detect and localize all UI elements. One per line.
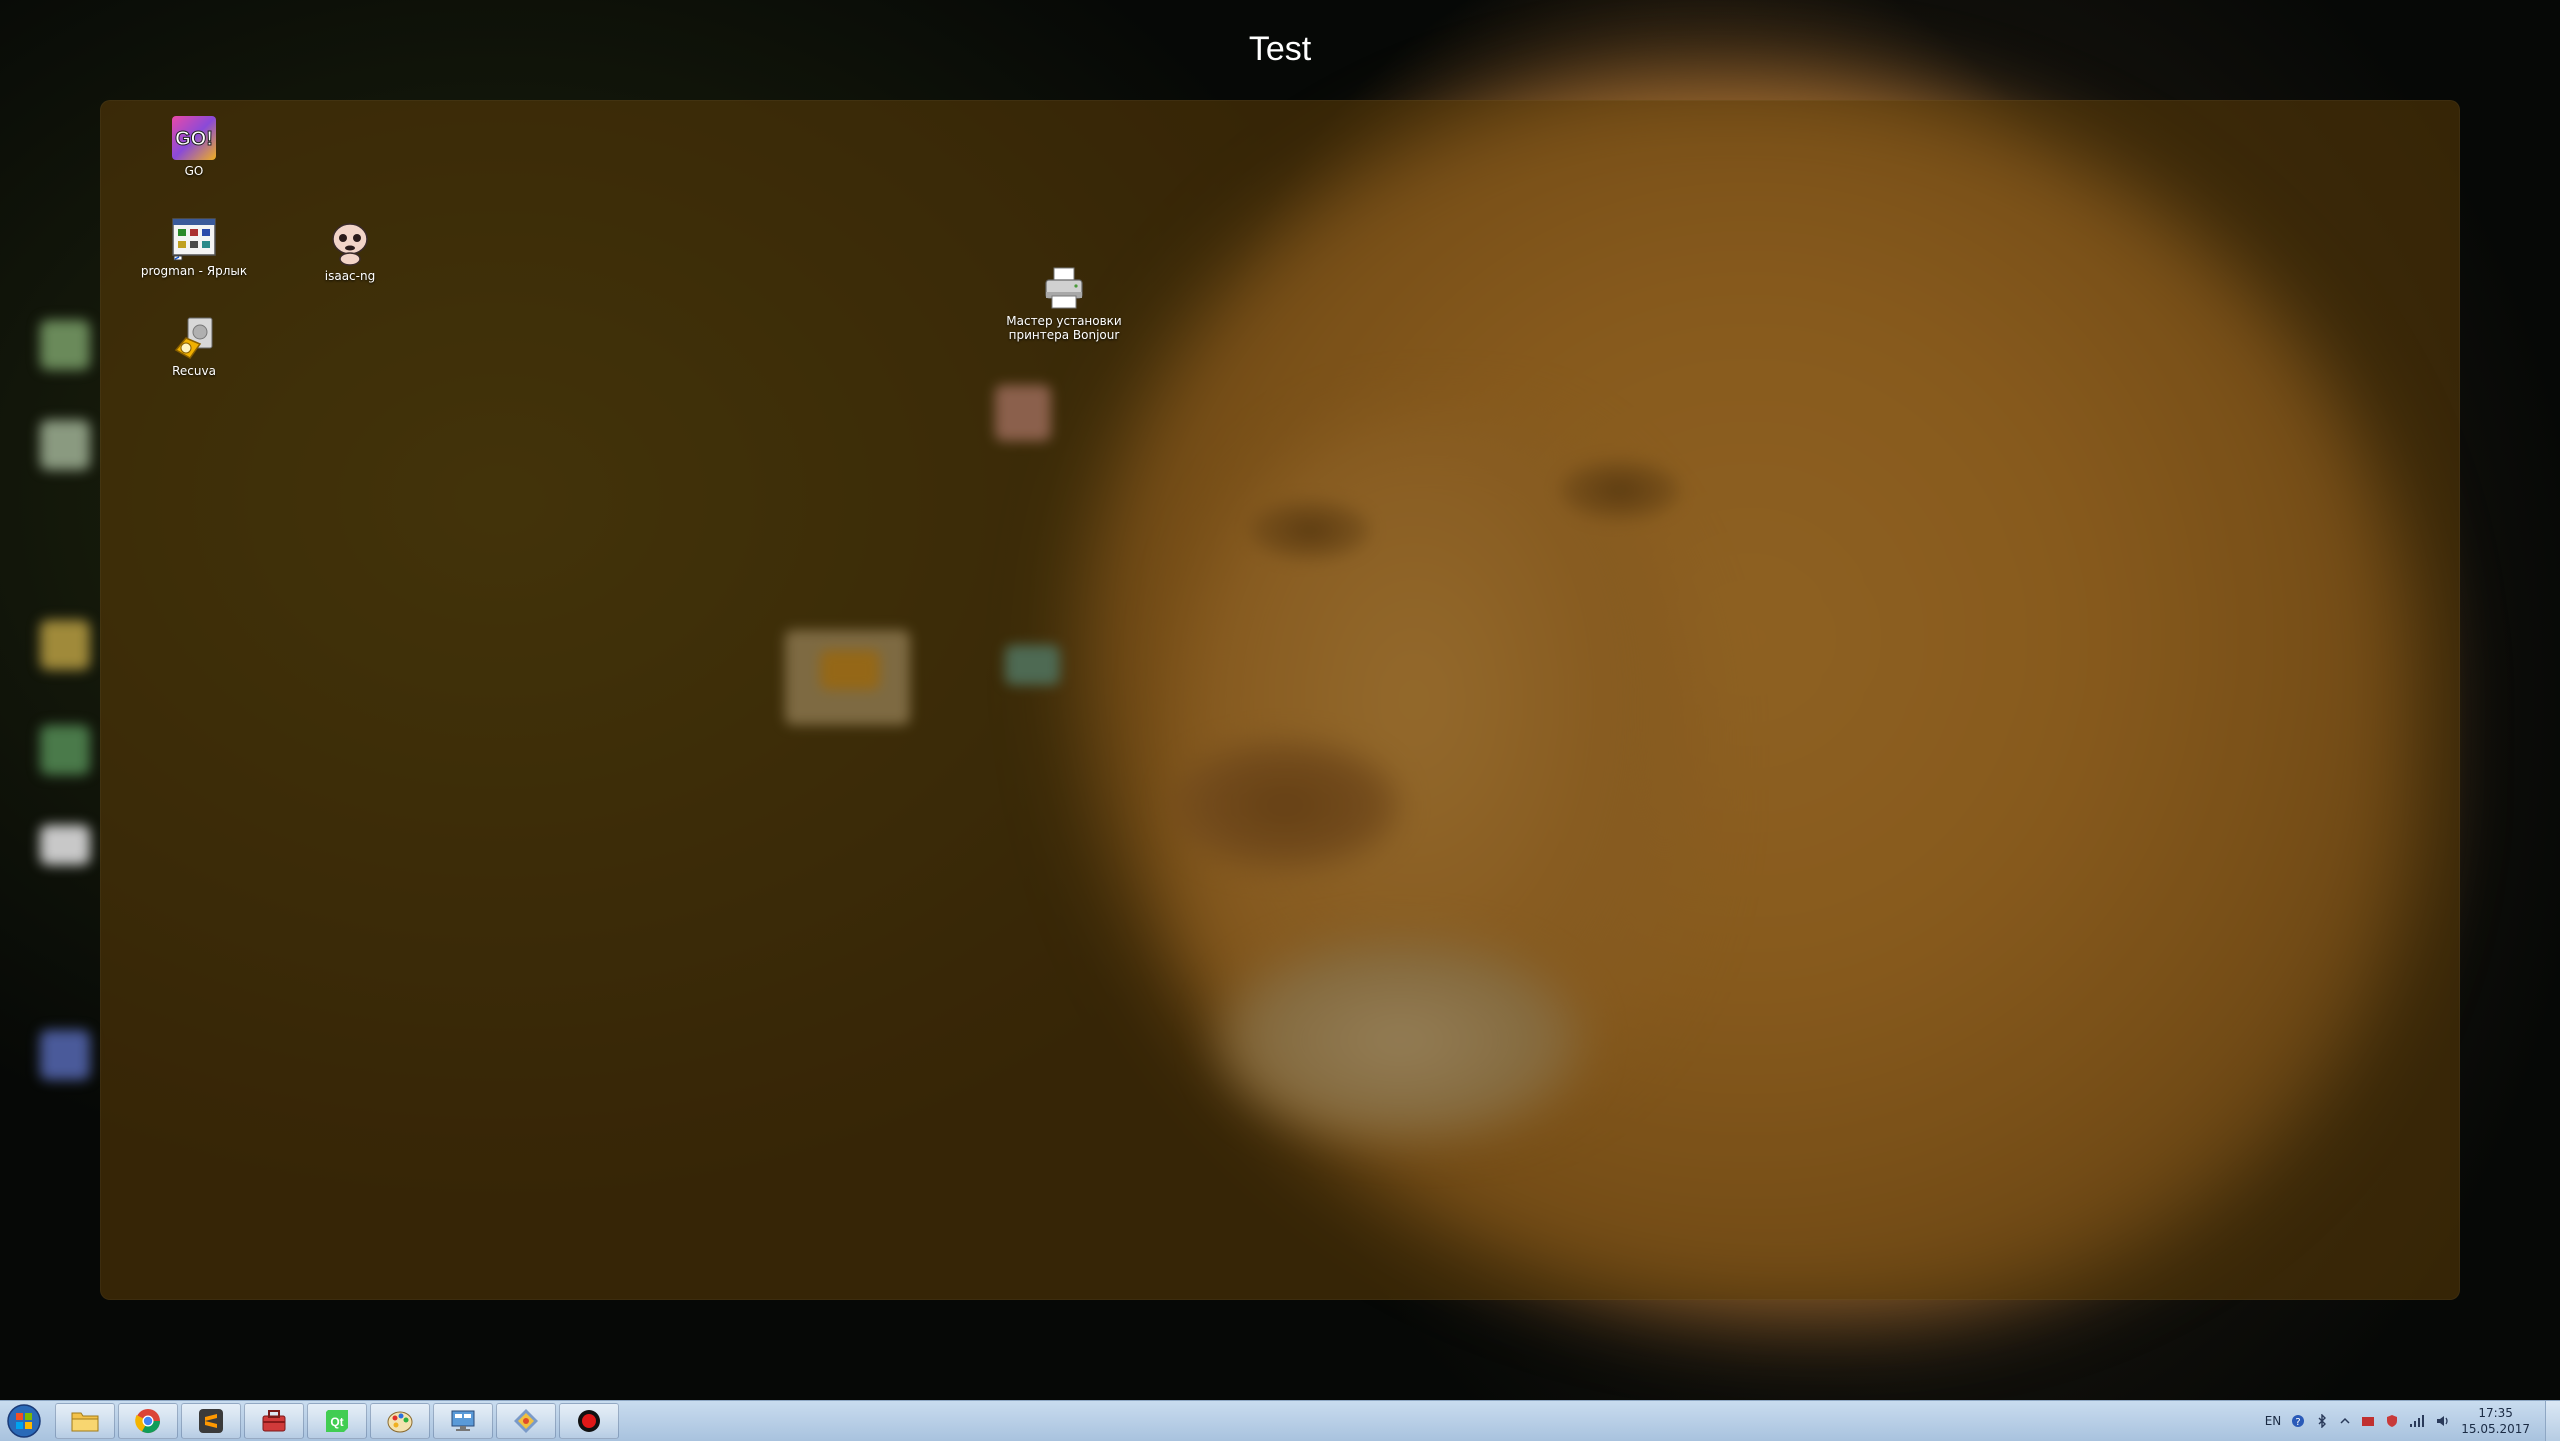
taskbar-remote-desktop-button[interactable] <box>433 1403 493 1439</box>
monitor-icon <box>451 1410 475 1431</box>
taskbar-sublime-button[interactable] <box>181 1403 241 1439</box>
network-signal-icon[interactable] <box>2409 1414 2425 1428</box>
desktop-icon-progman[interactable]: progman - Ярлык <box>124 214 264 278</box>
toolbox-icon <box>262 1410 286 1432</box>
desktop-icon-go[interactable]: GO! GO <box>124 114 264 178</box>
show-desktop-button[interactable] <box>2545 1401 2560 1441</box>
qt-icon: Qt <box>326 1410 348 1432</box>
desktop-icon-label: Recuva <box>172 364 216 378</box>
desktop-icon-label: isaac-ng <box>324 269 376 283</box>
svg-text:Qt: Qt <box>330 1415 343 1429</box>
svg-text:?: ? <box>2296 1417 2301 1428</box>
system-tray: EN ? 17:35 15.05.2017 <box>2265 1401 2530 1441</box>
isaac-ng-icon <box>332 223 368 266</box>
progman-shortcut-icon <box>172 218 216 261</box>
desktop-overlay-panel: GO! GO progman - Ярлык isaac-ng Recuva М… <box>100 100 2460 1300</box>
desktop-icon-label: GO <box>184 164 204 178</box>
record-icon <box>578 1410 600 1432</box>
chrome-icon <box>135 1409 160 1434</box>
go-app-icon: GO! <box>172 116 216 160</box>
tray-app-icon[interactable] <box>2361 1414 2375 1428</box>
clock-date: 15.05.2017 <box>2461 1422 2530 1436</box>
blurred-desktop-icon <box>40 825 90 865</box>
taskbar-chrome-button[interactable] <box>118 1403 178 1439</box>
folder-icon <box>71 1412 99 1432</box>
start-button[interactable] <box>4 1403 44 1439</box>
window-title: Test <box>1248 30 1312 68</box>
taskbar-qt-button[interactable]: Qt <box>307 1403 367 1439</box>
desktop-icon-label: Мастер установки принтера Bonjour <box>1006 314 1122 342</box>
help-icon[interactable]: ? <box>2291 1414 2305 1428</box>
taskbar-paint-button[interactable] <box>370 1403 430 1439</box>
taskbar: Qt EN ? 17:35 15.05.2017 <box>0 1400 2560 1441</box>
taskbar-git-button[interactable] <box>496 1403 556 1439</box>
desktop-icon-isaac-ng[interactable]: isaac-ng <box>280 219 420 283</box>
desktop-icon-label: progman - Ярлык <box>140 264 248 278</box>
security-icon[interactable] <box>2385 1414 2399 1428</box>
clock-time: 17:35 <box>2478 1406 2513 1420</box>
clock[interactable]: 17:35 15.05.2017 <box>2461 1405 2530 1437</box>
language-indicator[interactable]: EN <box>2265 1414 2282 1428</box>
volume-icon[interactable] <box>2435 1414 2451 1428</box>
desktop-icon-recuva[interactable]: Recuva <box>124 314 264 378</box>
paint-icon <box>387 1411 413 1433</box>
taskbar-recorder-button[interactable] <box>559 1403 619 1439</box>
bluetooth-icon[interactable] <box>2315 1414 2329 1428</box>
blurred-desktop-icon <box>40 620 90 670</box>
taskbar-toolbox-button[interactable] <box>244 1403 304 1439</box>
blurred-desktop-icon <box>40 420 90 470</box>
sublime-icon <box>199 1409 223 1433</box>
blurred-desktop-icon <box>40 725 90 775</box>
recuva-icon <box>174 317 213 359</box>
chevron-up-icon[interactable] <box>2339 1415 2351 1427</box>
desktop-icon-bonjour-printer[interactable]: Мастер установки принтера Bonjour <box>994 264 1134 342</box>
taskbar-explorer-button[interactable] <box>55 1403 115 1439</box>
git-icon <box>514 1409 538 1433</box>
windows-start-orb-icon <box>7 1404 41 1438</box>
blurred-desktop-icon <box>40 1030 90 1080</box>
svg-text:GO!: GO! <box>175 128 213 150</box>
blurred-desktop-icon <box>40 320 90 370</box>
printer-icon <box>1045 267 1083 309</box>
